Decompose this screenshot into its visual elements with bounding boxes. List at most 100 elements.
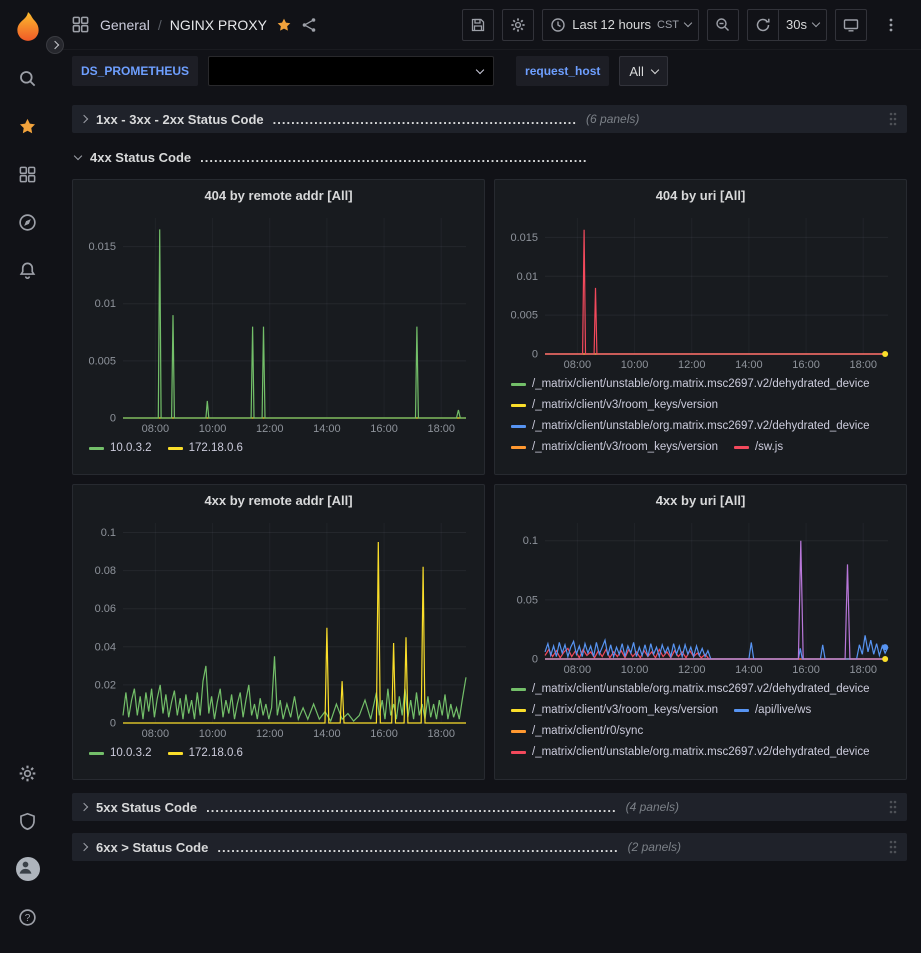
chevron-down-icon xyxy=(684,19,692,27)
panel-body: 00.0050.010.01508:0010:0012:0014:0016:00… xyxy=(495,210,906,474)
legend-item[interactable]: /_matrix/client/unstable/org.matrix.msc2… xyxy=(511,679,870,700)
legend-item[interactable]: /_matrix/client/unstable/org.matrix.msc2… xyxy=(511,742,870,763)
breadcrumb-folder[interactable]: General xyxy=(100,17,150,33)
row-drag-handle[interactable] xyxy=(888,111,898,127)
dashboards-icon[interactable] xyxy=(6,150,50,198)
panel-title[interactable]: 4xx by remote addr [All] xyxy=(73,485,484,515)
save-dashboard-button[interactable] xyxy=(462,9,494,41)
svg-text:0.1: 0.1 xyxy=(523,535,538,547)
chart-legend: 10.0.3.2 172.18.0.6 xyxy=(81,741,476,775)
explore-icon[interactable] xyxy=(6,198,50,246)
refresh-group: 30s xyxy=(747,9,827,41)
panel-4xx-by-uri: 4xx by uri [All] 00.050.108:0010:0012:00… xyxy=(494,484,907,780)
legend-item[interactable]: /_matrix/client/r0/sync xyxy=(511,721,643,742)
time-series-chart[interactable]: 00.050.108:0010:0012:0014:0016:0018:00 xyxy=(503,515,898,677)
alerting-icon[interactable] xyxy=(6,246,50,294)
timezone-label: CST xyxy=(657,19,679,31)
svg-text:0.005: 0.005 xyxy=(88,355,116,367)
favorite-star-icon[interactable] xyxy=(276,17,292,33)
legend-item[interactable]: /api/live/ws xyxy=(734,700,811,721)
panel-title[interactable]: 404 by remote addr [All] xyxy=(73,180,484,210)
request-host-select[interactable]: All xyxy=(619,56,667,86)
zoom-out-button[interactable] xyxy=(707,9,739,41)
chart-legend: /_matrix/client/unstable/org.matrix.msc2… xyxy=(503,372,898,470)
chevron-down-icon xyxy=(651,65,659,73)
svg-text:18:00: 18:00 xyxy=(849,359,877,371)
svg-text:0.015: 0.015 xyxy=(88,241,116,253)
row-header-6xx[interactable]: 6xx > Status Code ......................… xyxy=(72,833,907,861)
legend-item[interactable]: /_matrix/client/v3/room_keys/version xyxy=(511,700,718,721)
legend-series-color xyxy=(511,383,526,386)
svg-text:14:00: 14:00 xyxy=(313,728,341,740)
row-dots: ........................................… xyxy=(217,840,618,855)
chart-legend: 10.0.3.2 172.18.0.6 xyxy=(81,436,476,470)
panel-title[interactable]: 4xx by uri [All] xyxy=(495,485,906,515)
share-icon[interactable] xyxy=(301,17,317,33)
legend-series-color xyxy=(89,752,104,755)
legend-series-label: 172.18.0.6 xyxy=(189,438,243,459)
help-icon[interactable]: ? xyxy=(6,893,50,941)
top-nav: General / NGINX PROXY Last 12 hours xyxy=(55,0,921,50)
chevron-down-icon xyxy=(812,19,820,27)
starred-icon[interactable] xyxy=(6,102,50,150)
time-series-chart[interactable]: 00.0050.010.01508:0010:0012:0014:0016:00… xyxy=(81,210,476,436)
variables-bar: DS_PROMETHEUS request_host All xyxy=(55,50,921,96)
time-series-chart[interactable]: 00.0050.010.01508:0010:0012:0014:0016:00… xyxy=(503,210,898,372)
time-range-picker[interactable]: Last 12 hours CST xyxy=(542,9,699,41)
kebab-menu-icon[interactable] xyxy=(875,9,907,41)
row-header-1xx-3xx-2xx[interactable]: 1xx - 3xx - 2xx Status Code ............… xyxy=(72,105,907,133)
legend-series-color xyxy=(168,447,183,450)
legend-item[interactable]: 172.18.0.6 xyxy=(168,438,243,459)
legend-series-label: /_matrix/client/v3/room_keys/version xyxy=(532,395,718,416)
datasource-select[interactable] xyxy=(208,56,494,86)
refresh-interval-dropdown[interactable]: 30s xyxy=(779,9,827,41)
datasource-variable-label: DS_PROMETHEUS xyxy=(72,56,198,86)
legend-item[interactable]: /_matrix/client/v3/room_keys/version xyxy=(511,395,718,416)
svg-text:16:00: 16:00 xyxy=(370,728,398,740)
user-avatar-image xyxy=(16,857,40,881)
sidebar-expand-toggle[interactable] xyxy=(46,36,64,54)
row-header-4xx[interactable]: 4xx Status Code ........................… xyxy=(72,145,907,169)
row-panel-count: (6 panels) xyxy=(586,112,639,126)
legend-item[interactable]: 10.0.3.2 xyxy=(89,438,152,459)
svg-text:12:00: 12:00 xyxy=(678,664,706,676)
server-admin-shield-icon[interactable] xyxy=(6,797,50,845)
legend-item[interactable]: /_matrix/client/unstable/org.matrix.msc2… xyxy=(511,374,870,395)
legend-item[interactable]: 172.18.0.6 xyxy=(168,743,243,764)
panel-title[interactable]: 404 by uri [All] xyxy=(495,180,906,210)
svg-text:14:00: 14:00 xyxy=(735,359,763,371)
svg-text:0: 0 xyxy=(532,349,538,361)
svg-text:0.015: 0.015 xyxy=(510,232,538,244)
search-icon[interactable] xyxy=(6,54,50,102)
dashboard-settings-button[interactable] xyxy=(502,9,534,41)
legend-series-color xyxy=(734,709,749,712)
svg-text:08:00: 08:00 xyxy=(142,728,170,740)
time-series-chart[interactable]: 00.020.040.060.080.108:0010:0012:0014:00… xyxy=(81,515,476,741)
svg-text:14:00: 14:00 xyxy=(735,664,763,676)
legend-item[interactable]: /_matrix/client/v3/room_keys/version xyxy=(511,437,718,458)
settings-icon[interactable] xyxy=(6,749,50,797)
refresh-button[interactable] xyxy=(747,9,779,41)
svg-text:18:00: 18:00 xyxy=(427,728,455,740)
legend-series-label: /_matrix/client/unstable/org.matrix.msc2… xyxy=(532,679,870,700)
row-header-5xx[interactable]: 5xx Status Code ........................… xyxy=(72,793,907,821)
chevron-right-icon xyxy=(80,803,88,811)
row-drag-handle[interactable] xyxy=(888,839,898,855)
row-drag-handle[interactable] xyxy=(888,799,898,815)
dashboard-scroll-area: 1xx - 3xx - 2xx Status Code ............… xyxy=(55,96,921,953)
svg-text:16:00: 16:00 xyxy=(792,664,820,676)
tv-mode-button[interactable] xyxy=(835,9,867,41)
legend-item[interactable]: 10.0.3.2 xyxy=(89,743,152,764)
svg-text:0: 0 xyxy=(532,654,538,666)
refresh-interval-label: 30s xyxy=(786,17,807,32)
avatar[interactable] xyxy=(6,845,50,893)
svg-text:0.06: 0.06 xyxy=(95,603,116,615)
legend-item[interactable]: /sw.js xyxy=(734,437,783,458)
legend-item[interactable]: /_matrix/client/unstable/org.matrix.msc2… xyxy=(511,416,870,437)
chevron-right-icon xyxy=(51,41,59,49)
grafana-logo[interactable] xyxy=(11,10,45,44)
svg-text:08:00: 08:00 xyxy=(564,664,592,676)
legend-series-color xyxy=(511,404,526,407)
svg-text:08:00: 08:00 xyxy=(564,359,592,371)
row-title: 4xx Status Code xyxy=(90,150,191,165)
